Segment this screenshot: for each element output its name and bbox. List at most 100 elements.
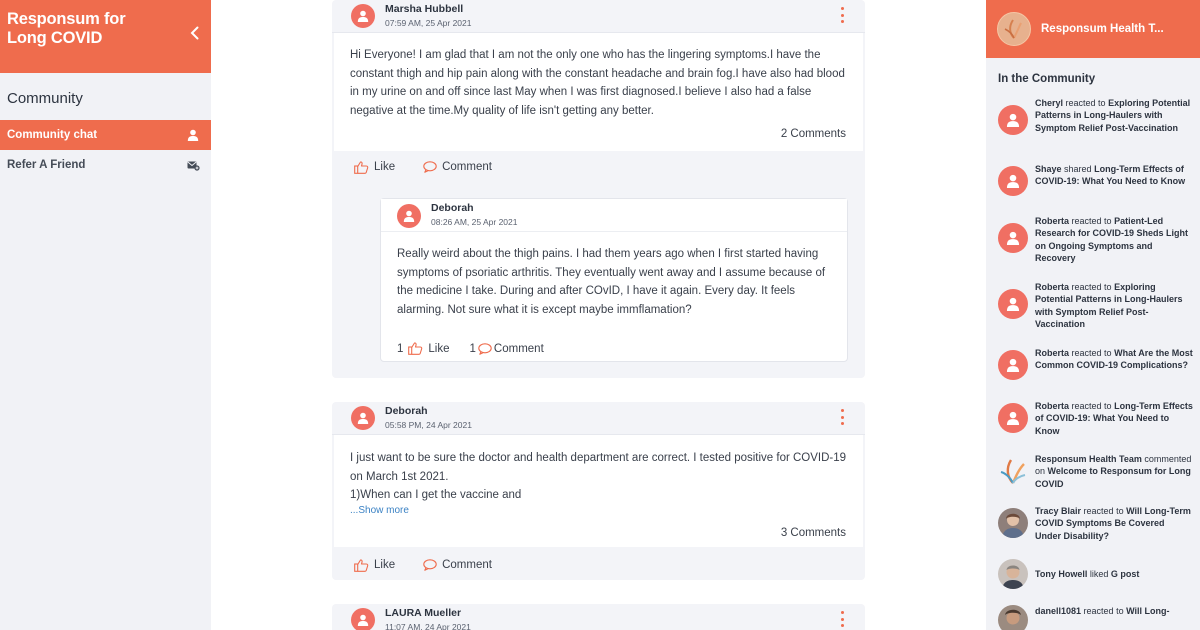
sidebar-item-label: Refer A Friend: [7, 159, 86, 171]
avatar[interactable]: [351, 406, 375, 430]
activity-target[interactable]: G post: [1111, 569, 1140, 579]
post-actions: Like Comment: [354, 159, 520, 175]
left-sidebar: Responsum for Long COVID Community Commu…: [0, 0, 211, 630]
avatar: [998, 403, 1028, 433]
comment-icon: [423, 559, 437, 571]
activity-actor[interactable]: Roberta: [1035, 216, 1069, 226]
activity-text: Cheryl reacted to Exploring Potential Pa…: [1035, 97, 1193, 135]
activity-verb: reacted to: [1065, 98, 1106, 108]
reply-time: 08:26 AM, 25 Apr 2021: [431, 217, 518, 227]
activity-actor[interactable]: Shaye: [1035, 164, 1062, 174]
post-header: Marsha Hubbell 07:59 AM, 25 Apr 2021: [332, 0, 865, 33]
avatar[interactable]: [351, 608, 375, 630]
brand-title: Responsum for Long COVID: [7, 10, 126, 47]
activity-item[interactable]: Roberta reacted to Exploring Potential P…: [998, 281, 1198, 331]
post-card: Deborah 05:58 PM, 24 Apr 2021 I just wan…: [332, 402, 865, 580]
post-header: Deborah 05:58 PM, 24 Apr 2021: [332, 402, 865, 435]
activity-item[interactable]: Tony Howell liked G post: [998, 559, 1198, 589]
activity-text: danell1081 reacted to Will Long-: [1035, 605, 1193, 630]
activity-target[interactable]: Will Long-: [1126, 606, 1169, 616]
activity-verb: reacted to: [1071, 216, 1112, 226]
team-header[interactable]: Responsum Health T...: [986, 0, 1200, 58]
reply-text: Really weird about the thigh pains. I ha…: [397, 248, 826, 316]
like-button[interactable]: Like: [354, 160, 396, 174]
more-options-icon[interactable]: [839, 611, 845, 627]
post-author[interactable]: LAURA Mueller: [385, 607, 461, 619]
thumbs-up-icon: [354, 558, 369, 572]
post-body: I just want to be sure the doctor and he…: [334, 435, 863, 547]
activity-text: Roberta reacted to Long-Term Effects of …: [1035, 400, 1193, 437]
reply-actions: 1 Like 1 Comment: [397, 342, 572, 355]
avatar[interactable]: [351, 4, 375, 28]
activity-text: Roberta reacted to What Are the Most Com…: [1035, 347, 1193, 380]
post-header: LAURA Mueller 11:07 AM, 24 Apr 2021: [332, 604, 865, 630]
comment-label: Comment: [493, 342, 544, 355]
comment-button[interactable]: Comment: [423, 559, 492, 571]
sidebar-section-title: Community: [7, 90, 83, 107]
activity-text: Roberta reacted to Exploring Potential P…: [1035, 281, 1193, 331]
post-text: Hi Everyone! I am glad that I am not the…: [350, 49, 845, 117]
activity-actor[interactable]: Responsum Health Team: [1035, 454, 1142, 464]
activity-item[interactable]: Responsum Health Team commented on Welco…: [998, 453, 1198, 490]
activity-target[interactable]: Welcome to Responsum for Long COVID: [1035, 466, 1191, 488]
activity-item[interactable]: Tracy Blair reacted to Will Long-Term CO…: [998, 505, 1198, 542]
activity-actor[interactable]: Roberta: [1035, 401, 1069, 411]
post-time: 11:07 AM, 24 Apr 2021: [385, 622, 471, 630]
activity-item[interactable]: Cheryl reacted to Exploring Potential Pa…: [998, 97, 1198, 135]
post-body: Hi Everyone! I am glad that I am not the…: [334, 33, 863, 151]
comment-label: Comment: [442, 161, 492, 173]
post-author[interactable]: Marsha Hubbell: [385, 3, 463, 15]
post-text-line: I just want to be sure the doctor and he…: [350, 452, 847, 483]
like-count: 1: [397, 342, 404, 355]
reply-header: Deborah 08:26 AM, 25 Apr 2021: [381, 199, 847, 232]
avatar: [998, 350, 1028, 380]
like-button[interactable]: 1 Like: [397, 342, 450, 355]
post-actions: Like Comment: [354, 557, 520, 573]
activity-item[interactable]: Roberta reacted to Patient-Led Research …: [998, 215, 1198, 265]
user-icon: [1006, 411, 1020, 425]
more-options-icon[interactable]: [839, 7, 845, 23]
sidebar-item-refer-a-friend[interactable]: Refer A Friend: [0, 150, 211, 180]
show-more-link[interactable]: ...Show more: [334, 505, 863, 516]
avatar[interactable]: [397, 204, 421, 228]
activity-item[interactable]: danell1081 reacted to Will Long-: [998, 605, 1198, 630]
reply-card: Deborah 08:26 AM, 25 Apr 2021 Really wei…: [380, 198, 848, 362]
sidebar-item-label: Community chat: [7, 129, 98, 141]
right-panel: Responsum Health T... In the Community C…: [986, 0, 1200, 630]
activity-verb: shared: [1064, 164, 1092, 174]
reply-author[interactable]: Deborah: [431, 202, 474, 214]
collapse-sidebar-button[interactable]: [187, 24, 201, 42]
activity-item[interactable]: Shaye shared Long-Term Effects of COVID-…: [998, 163, 1198, 196]
comments-count-link[interactable]: 2 Comments: [781, 128, 846, 140]
comment-button[interactable]: 1 Comment: [470, 343, 544, 355]
activity-item[interactable]: Roberta reacted to Long-Term Effects of …: [998, 400, 1198, 437]
activity-verb: reacted to: [1071, 282, 1112, 292]
activity-actor[interactable]: Tony Howell: [1035, 569, 1087, 579]
user-icon: [1006, 113, 1020, 127]
activity-verb: reacted to: [1083, 606, 1124, 616]
post-time: 07:59 AM, 25 Apr 2021: [385, 18, 472, 28]
activity-text: Roberta reacted to Patient-Led Research …: [1035, 215, 1193, 265]
comment-button[interactable]: Comment: [423, 161, 492, 173]
activity-actor[interactable]: Tracy Blair: [1035, 506, 1081, 516]
activity-actor[interactable]: Roberta: [1035, 282, 1069, 292]
comment-label: Comment: [442, 559, 492, 571]
like-button[interactable]: Like: [354, 558, 396, 572]
activity-actor[interactable]: danell1081: [1035, 606, 1081, 616]
user-icon: [186, 128, 200, 142]
activity-actor[interactable]: Cheryl: [1035, 98, 1063, 108]
like-label: Like: [428, 342, 450, 355]
like-label: Like: [374, 161, 396, 173]
sidebar-item-community-chat[interactable]: Community chat: [0, 120, 211, 150]
user-icon: [357, 10, 369, 22]
activity-item[interactable]: Roberta reacted to What Are the Most Com…: [998, 347, 1198, 380]
post-author[interactable]: Deborah: [385, 405, 428, 417]
activity-text: Tony Howell liked G post: [1035, 568, 1193, 580]
activity-text: Tracy Blair reacted to Will Long-Term CO…: [1035, 505, 1193, 542]
avatar: [998, 289, 1028, 319]
like-label: Like: [374, 559, 396, 571]
activity-actor[interactable]: Roberta: [1035, 348, 1069, 358]
more-options-icon[interactable]: [839, 409, 845, 425]
activity-text: Shaye shared Long-Term Effects of COVID-…: [1035, 163, 1193, 196]
comments-count-link[interactable]: 3 Comments: [781, 527, 846, 539]
